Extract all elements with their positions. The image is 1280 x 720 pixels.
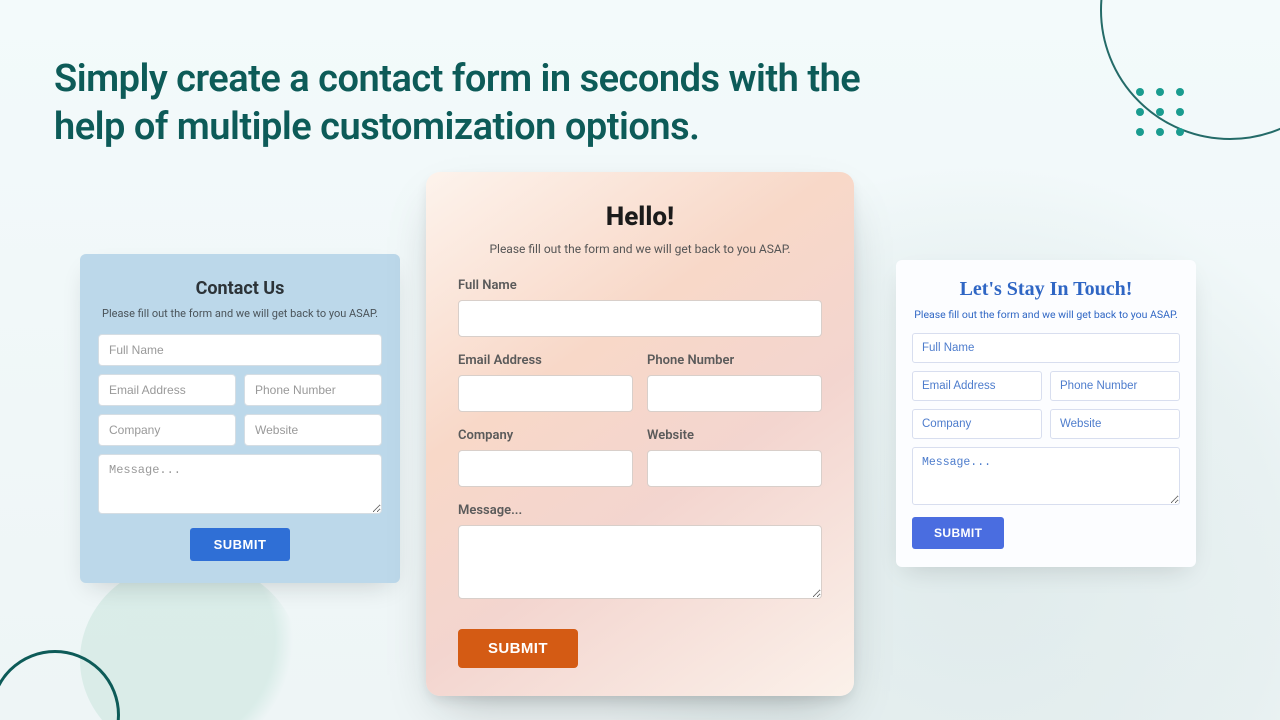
company-label: Company — [458, 428, 633, 443]
submit-button[interactable]: SUBMIT — [912, 517, 1004, 549]
website-label: Website — [647, 428, 822, 443]
email-input[interactable] — [98, 374, 236, 406]
decorative-circle-top-right — [1100, 0, 1280, 140]
message-label: Message... — [458, 503, 822, 518]
form-subtitle: Please fill out the form and we will get… — [912, 308, 1180, 321]
full-name-label: Full Name — [458, 278, 822, 293]
form-card-stay-in-touch: Let's Stay In Touch! Please fill out the… — [896, 260, 1196, 567]
page-headline: Simply create a contact form in seconds … — [54, 56, 874, 151]
form-subtitle: Please fill out the form and we will get… — [98, 307, 382, 320]
form-title: Hello! — [458, 202, 822, 232]
form-subtitle: Please fill out the form and we will get… — [458, 242, 822, 256]
phone-input[interactable] — [1050, 371, 1180, 401]
full-name-input[interactable] — [98, 334, 382, 366]
email-label: Email Address — [458, 353, 633, 368]
forms-stage: Contact Us Please fill out the form and … — [0, 170, 1280, 720]
decorative-dots-grid — [1136, 88, 1184, 136]
email-input[interactable] — [458, 375, 633, 412]
form-card-contact-us: Contact Us Please fill out the form and … — [80, 254, 400, 583]
website-input[interactable] — [647, 450, 822, 487]
website-input[interactable] — [244, 414, 382, 446]
form-title: Contact Us — [98, 278, 382, 299]
company-input[interactable] — [912, 409, 1042, 439]
phone-input[interactable] — [647, 375, 822, 412]
message-textarea[interactable] — [98, 454, 382, 514]
phone-input[interactable] — [244, 374, 382, 406]
form-card-hello: Hello! Please fill out the form and we w… — [426, 172, 854, 696]
full-name-input[interactable] — [912, 333, 1180, 363]
submit-button[interactable]: SUBMIT — [458, 629, 578, 668]
message-textarea[interactable] — [912, 447, 1180, 505]
message-textarea[interactable] — [458, 525, 822, 599]
phone-label: Phone Number — [647, 353, 822, 368]
company-input[interactable] — [458, 450, 633, 487]
full-name-input[interactable] — [458, 300, 822, 337]
form-title: Let's Stay In Touch! — [912, 278, 1180, 301]
website-input[interactable] — [1050, 409, 1180, 439]
email-input[interactable] — [912, 371, 1042, 401]
submit-button[interactable]: SUBMIT — [190, 528, 291, 561]
company-input[interactable] — [98, 414, 236, 446]
